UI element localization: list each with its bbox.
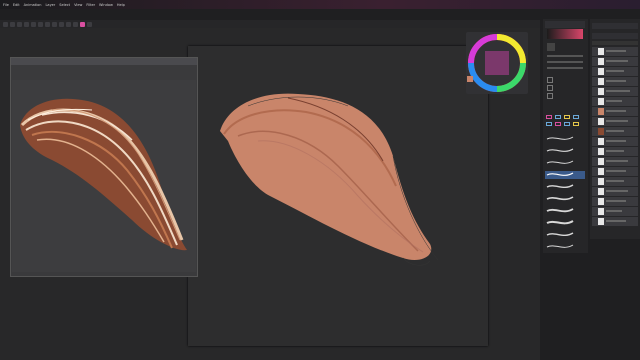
redo-icon[interactable] (31, 21, 36, 27)
new-document-icon[interactable] (3, 21, 8, 27)
move-icon[interactable] (59, 21, 64, 27)
menu-item[interactable]: Edit (13, 3, 20, 7)
layer-opacity-slider[interactable] (592, 41, 638, 45)
slider-opacity[interactable] (547, 61, 583, 63)
checkbox[interactable] (547, 85, 553, 91)
open-icon[interactable] (10, 21, 15, 27)
menu-bar: File Edit Animation Layer Select View Fi… (0, 0, 640, 9)
tag-swatch[interactable] (564, 115, 570, 119)
reference-toolbar (12, 66, 196, 78)
brush-icon[interactable] (38, 21, 43, 27)
tag-swatch[interactable] (546, 122, 552, 126)
menu-item[interactable]: Window (99, 3, 113, 7)
menu-item[interactable]: Help (117, 3, 125, 7)
brush-presets-panel[interactable] (543, 113, 588, 253)
menu-item[interactable]: File (3, 3, 9, 7)
panel-header (545, 21, 585, 28)
brush-settings-panel[interactable] (543, 19, 588, 114)
layers-header (592, 23, 638, 29)
reference-image (12, 80, 196, 272)
checkbox[interactable] (547, 77, 553, 83)
tag-swatch[interactable] (564, 122, 570, 126)
color-wheel[interactable] (466, 32, 528, 94)
color-wheel-panel[interactable] (466, 32, 528, 94)
brush-stroke-list[interactable] (543, 131, 588, 251)
brush-thumbnail[interactable] (547, 43, 555, 51)
fill-icon[interactable] (73, 21, 78, 27)
drawing-canvas[interactable] (188, 46, 488, 346)
brush-preset-icon[interactable] (80, 21, 85, 27)
tag-swatch[interactable] (546, 115, 552, 119)
tag-swatch[interactable] (555, 122, 561, 126)
save-icon[interactable] (17, 21, 22, 27)
tag-swatch[interactable] (573, 122, 579, 126)
transform-icon[interactable] (66, 21, 71, 27)
brush-stroke-preview (547, 29, 583, 39)
slider-flow[interactable] (547, 67, 583, 69)
eraser-icon[interactable] (45, 21, 50, 27)
tag-swatch[interactable] (573, 115, 579, 119)
tag-swatch[interactable] (555, 115, 561, 119)
undo-icon[interactable] (24, 21, 29, 27)
layers-panel[interactable] (590, 19, 640, 239)
current-color-swatch (467, 76, 473, 82)
slider-size[interactable] (547, 55, 583, 57)
menu-item[interactable]: Animation (24, 3, 42, 7)
hair-sketch (220, 93, 439, 266)
layer-blend-mode-select[interactable] (592, 33, 638, 39)
text-icon[interactable] (87, 21, 92, 27)
select-icon[interactable] (52, 21, 57, 27)
menu-item[interactable]: View (74, 3, 82, 7)
menu-item[interactable]: Layer (45, 3, 55, 7)
layer-list[interactable] (590, 47, 640, 237)
checkbox[interactable] (547, 93, 553, 99)
menu-item[interactable]: Filter (86, 3, 95, 7)
reference-window[interactable] (10, 57, 198, 277)
reference-window-title (11, 58, 197, 65)
reference-hair-painting (20, 98, 187, 251)
menu-item[interactable]: Select (59, 3, 70, 7)
